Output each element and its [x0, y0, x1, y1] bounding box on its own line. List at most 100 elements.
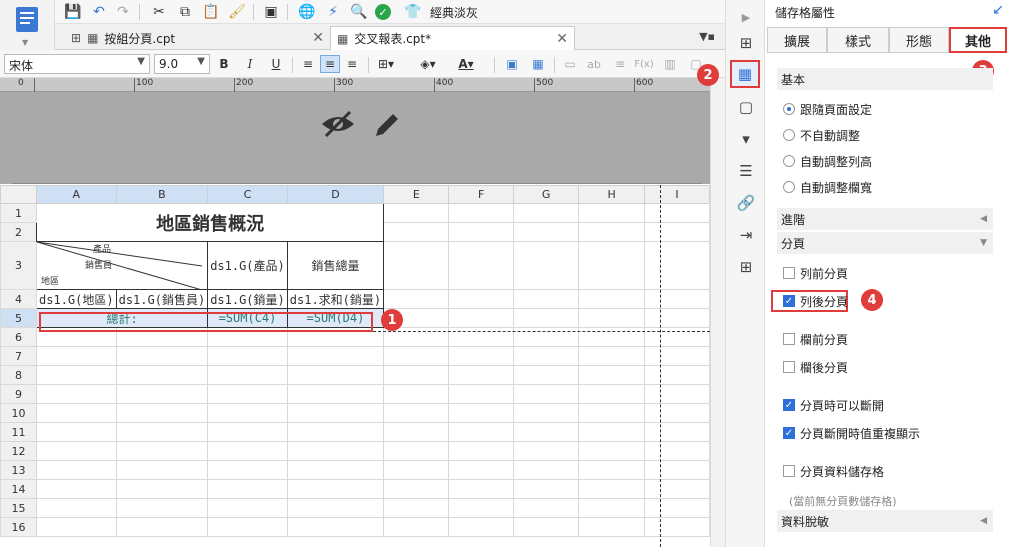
title-cell[interactable]: 地區銷售概況 [36, 203, 385, 242]
chart-icon[interactable]: ▥ [660, 55, 680, 73]
cell-a4[interactable]: ds1.G(地區) [36, 289, 117, 309]
tab-cross-report[interactable]: ▦ 交叉報表.cpt* ✕ [330, 26, 575, 50]
cell[interactable] [383, 441, 450, 461]
cut-icon[interactable]: ✂ [149, 2, 169, 22]
cell[interactable] [36, 517, 117, 537]
cell[interactable] [578, 308, 645, 328]
cell[interactable] [578, 365, 645, 385]
column-header[interactable]: I [643, 185, 710, 204]
cell[interactable] [643, 308, 710, 328]
tab-style[interactable]: 樣式 [827, 27, 889, 53]
cell[interactable] [643, 241, 710, 290]
theme-icon[interactable]: 👕 [403, 2, 423, 22]
cell[interactable] [36, 384, 117, 404]
pin-icon[interactable]: ↙ [992, 2, 1004, 18]
preview-icon[interactable]: ▣ [261, 2, 281, 22]
cell[interactable] [36, 460, 117, 480]
cell[interactable] [286, 346, 385, 366]
cell[interactable] [383, 384, 450, 404]
cell[interactable] [448, 403, 514, 423]
cell-element-icon[interactable]: ▢ [735, 96, 757, 118]
column-header[interactable]: B [115, 185, 209, 204]
cell[interactable] [643, 384, 710, 404]
cell[interactable] [115, 479, 209, 499]
cell[interactable] [448, 308, 514, 328]
bold-button[interactable]: B [214, 55, 234, 73]
diagonal-header-cell[interactable]: 產品 銷售員 地區 [36, 241, 209, 290]
align-left-icon[interactable]: ≡ [298, 55, 318, 73]
cell[interactable] [448, 365, 514, 385]
cell[interactable] [448, 441, 514, 461]
underline-button[interactable]: U [266, 55, 286, 73]
cell[interactable] [512, 441, 580, 461]
cell-c3[interactable]: ds1.G(產品) [207, 241, 288, 290]
app-logo-icon[interactable] [14, 6, 40, 34]
cell[interactable] [512, 422, 580, 442]
row-header[interactable]: 6 [0, 327, 38, 347]
cell[interactable] [286, 422, 385, 442]
checkbox-paging-data-cell[interactable]: 分頁資料儲存格 [783, 462, 884, 480]
formula-icon[interactable]: F(x) [634, 55, 654, 73]
cell-d3[interactable]: 銷售總量 [286, 241, 385, 290]
section-advanced[interactable]: 進階 ◀ [777, 208, 993, 230]
globe-icon[interactable]: 🌐 [297, 2, 317, 22]
cell[interactable] [643, 222, 710, 242]
cell[interactable] [286, 384, 385, 404]
cell[interactable] [286, 498, 385, 518]
cell[interactable] [643, 289, 710, 309]
cell[interactable] [286, 403, 385, 423]
cell[interactable] [207, 384, 288, 404]
cell[interactable] [383, 203, 450, 223]
cell[interactable] [512, 241, 580, 290]
widget-icon[interactable]: ▾ [735, 128, 757, 150]
cell[interactable] [578, 241, 645, 290]
cell[interactable] [512, 384, 580, 404]
undo-icon[interactable]: ↶ [89, 2, 109, 22]
app-menu-chevron-icon[interactable]: ▼ [22, 38, 28, 47]
radio-auto-col-width[interactable]: 自動調整欄寬 [783, 178, 872, 196]
vertical-scrollbar[interactable] [710, 78, 725, 547]
redo-icon[interactable]: ↷ [113, 2, 133, 22]
checkbox-col-after-break[interactable]: 欄後分頁 [783, 358, 848, 376]
cell[interactable] [643, 203, 710, 223]
font-color-button[interactable]: A ▾ [456, 55, 476, 73]
close-icon[interactable]: ✕ [312, 30, 324, 46]
spreadsheet-grid[interactable]: A B C D E F G H I 1 地區銷售概況 2 3 產品 銷售員 地區… [0, 185, 710, 547]
cell[interactable] [512, 460, 580, 480]
cell[interactable] [383, 241, 450, 290]
row-header[interactable]: 14 [0, 479, 38, 499]
cell[interactable] [383, 479, 450, 499]
align-right-icon[interactable]: ≡ [342, 55, 362, 73]
cell[interactable] [36, 498, 117, 518]
column-header[interactable]: A [36, 185, 117, 204]
tab-form[interactable]: 形態 [889, 27, 949, 53]
cell[interactable] [512, 479, 580, 499]
cell[interactable] [115, 460, 209, 480]
cell[interactable] [115, 498, 209, 518]
cell[interactable] [448, 384, 514, 404]
frozen-icon[interactable]: ⊞ [735, 256, 757, 278]
cell[interactable] [643, 346, 710, 366]
tab-menu-icon[interactable]: ▼▪ [699, 30, 715, 43]
row-header[interactable]: 3 [0, 241, 38, 290]
section-desensitize[interactable]: 資料脫敏 ◀ [777, 510, 993, 532]
cell[interactable] [578, 222, 645, 242]
cell[interactable] [578, 498, 645, 518]
cell[interactable] [115, 365, 209, 385]
cell-b4[interactable]: ds1.G(銷售員) [115, 289, 209, 309]
cell[interactable] [286, 460, 385, 480]
column-header[interactable]: D [286, 185, 385, 204]
cell[interactable] [383, 498, 450, 518]
cell[interactable] [578, 384, 645, 404]
checkbox-row-after-break[interactable]: ✓ 列後分頁 [783, 292, 848, 310]
section-basic[interactable]: 基本 [777, 68, 993, 90]
check-icon[interactable]: ✓ [375, 4, 391, 20]
cell[interactable] [115, 403, 209, 423]
cell[interactable] [448, 479, 514, 499]
close-icon[interactable]: ✕ [556, 31, 568, 47]
cell[interactable] [286, 517, 385, 537]
row-header[interactable]: 16 [0, 517, 38, 537]
row-header[interactable]: 7 [0, 346, 38, 366]
cell[interactable] [448, 517, 514, 537]
link-icon[interactable]: ▭ [560, 55, 580, 73]
